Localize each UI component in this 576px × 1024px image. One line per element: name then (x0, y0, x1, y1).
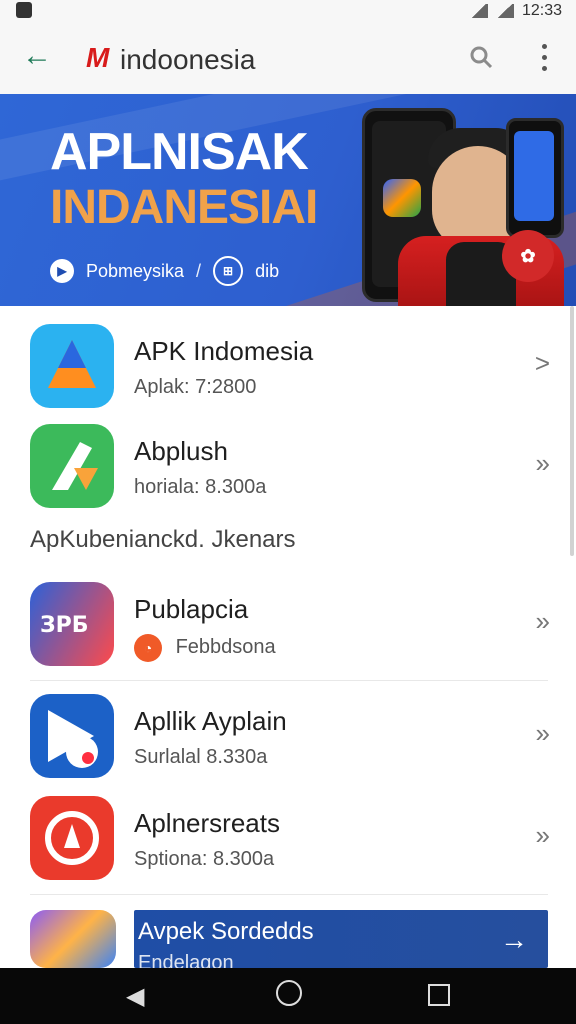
status-icons: 12:33 (469, 2, 562, 20)
banner-title: Avpek Sordedds (138, 918, 314, 945)
list-item-subtitle: Surlalal 8.330a (134, 746, 268, 768)
list-item-title: Aplnersreats (134, 808, 280, 838)
arrow-right-icon: → (500, 924, 528, 955)
signal-icon (495, 4, 514, 18)
list-item[interactable]: Aplnersreats Sptiona: 8.300a » (30, 796, 550, 888)
hero-illustration: ✿ (344, 100, 564, 306)
back-arrow-icon[interactable]: ← (22, 41, 52, 72)
hero-title-line2: INDANESIAI (50, 181, 318, 234)
secondary-phone (506, 118, 564, 238)
list-item[interactable]: ЗРБ Publapcia ◔ Febbdsona » (30, 582, 550, 674)
hero-badge-icon: ✿ (502, 230, 554, 282)
search-icon[interactable] (468, 44, 494, 70)
list-item-subtitle-text: Febbdsona (175, 636, 276, 658)
play-icon: ▶ (50, 259, 74, 283)
overflow-menu-icon[interactable] (540, 44, 548, 72)
list-item[interactable]: Apllik Ayplain Surlalal 8.330a » (30, 694, 550, 786)
system-nav-bar: ◀ (0, 968, 576, 1024)
app-icon-c: ЗРБ (30, 582, 114, 666)
hero-banner[interactable]: APLNISAK INDANESIAI ▶ Pobmeysika / ⊞ dib… (0, 94, 576, 306)
app-icon-e (30, 796, 114, 880)
status-bar: 12:33 (0, 0, 576, 22)
search-title: indoonesia (120, 44, 256, 75)
app-bar: ← M indoonesia (0, 22, 576, 94)
status-icon: ◔ (134, 634, 162, 662)
nav-recents-icon[interactable] (428, 984, 450, 1006)
chevron-icon: » (535, 448, 550, 478)
list-item-title: Publapcia (134, 594, 249, 624)
hero-links: ▶ Pobmeysika / ⊞ dib (50, 256, 279, 286)
list-item-title: Apllik Ayplain (134, 706, 287, 736)
list-item[interactable]: APK Indomesia Aplak: 7:2800 > (30, 324, 550, 416)
chevron-icon: » (535, 718, 550, 748)
app-list: APK Indomesia Aplak: 7:2800 > Abplush ho… (0, 306, 576, 974)
app-icon-d (30, 694, 114, 778)
signal-icon (469, 4, 488, 18)
list-item-subtitle: Aplak: 7:2800 (134, 376, 257, 398)
nav-home-icon[interactable] (276, 980, 302, 1006)
hero-left-link[interactable]: Pobmeysika (86, 261, 184, 282)
divider (30, 680, 548, 681)
chevron-icon: > (534, 348, 550, 378)
list-item-title: APK Indomesia (134, 336, 314, 366)
app-icon-b (30, 424, 114, 508)
scrollbar[interactable] (570, 306, 574, 556)
svg-text:ЗРБ: ЗРБ (40, 613, 89, 638)
app-logo-icon (383, 179, 421, 217)
hero-title-line1: APLNISAK (50, 123, 309, 181)
divider (30, 894, 548, 895)
section-title: ApKubenianckd. Jkenars (30, 526, 296, 553)
app-icon-a (30, 324, 114, 408)
list-item-subtitle: horiala: 8.300a (134, 476, 267, 498)
list-item-subtitle: Sptiona: 8.300a (134, 848, 275, 870)
nav-back-icon[interactable]: ◀ (126, 982, 144, 1011)
list-item[interactable]: Abplush horiala: 8.300a » (30, 424, 550, 516)
hero-right-link[interactable]: dib (255, 261, 279, 282)
list-item-subtitle: ◔ Febbdsona (134, 634, 276, 662)
status-time: 12:33 (521, 2, 562, 19)
notification-icon (16, 2, 32, 18)
chevron-icon: » (535, 606, 550, 636)
chevron-icon: » (535, 820, 550, 850)
list-item-title: Abplush (134, 436, 228, 466)
grid-icon: ⊞ (213, 256, 244, 286)
brand-logo: M (86, 42, 110, 73)
promo-banner[interactable]: Avpek Sordedds Endelagon → (134, 910, 548, 974)
app-icon-f (30, 910, 116, 968)
hero-divider: / (196, 260, 202, 281)
